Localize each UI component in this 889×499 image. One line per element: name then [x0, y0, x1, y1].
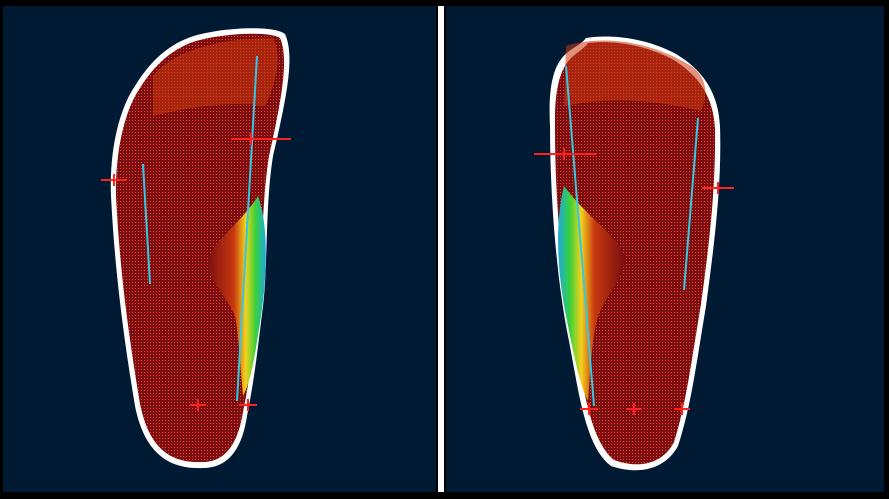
- right-foot-svg: [534, 36, 734, 471]
- right-foot-panel[interactable]: [446, 6, 884, 492]
- scan-viewer: [0, 0, 889, 499]
- panel-divider: [438, 6, 444, 492]
- right-foot-toe-region: [564, 40, 706, 112]
- left-foot-svg: [101, 28, 291, 469]
- left-foot-panel[interactable]: [3, 6, 436, 492]
